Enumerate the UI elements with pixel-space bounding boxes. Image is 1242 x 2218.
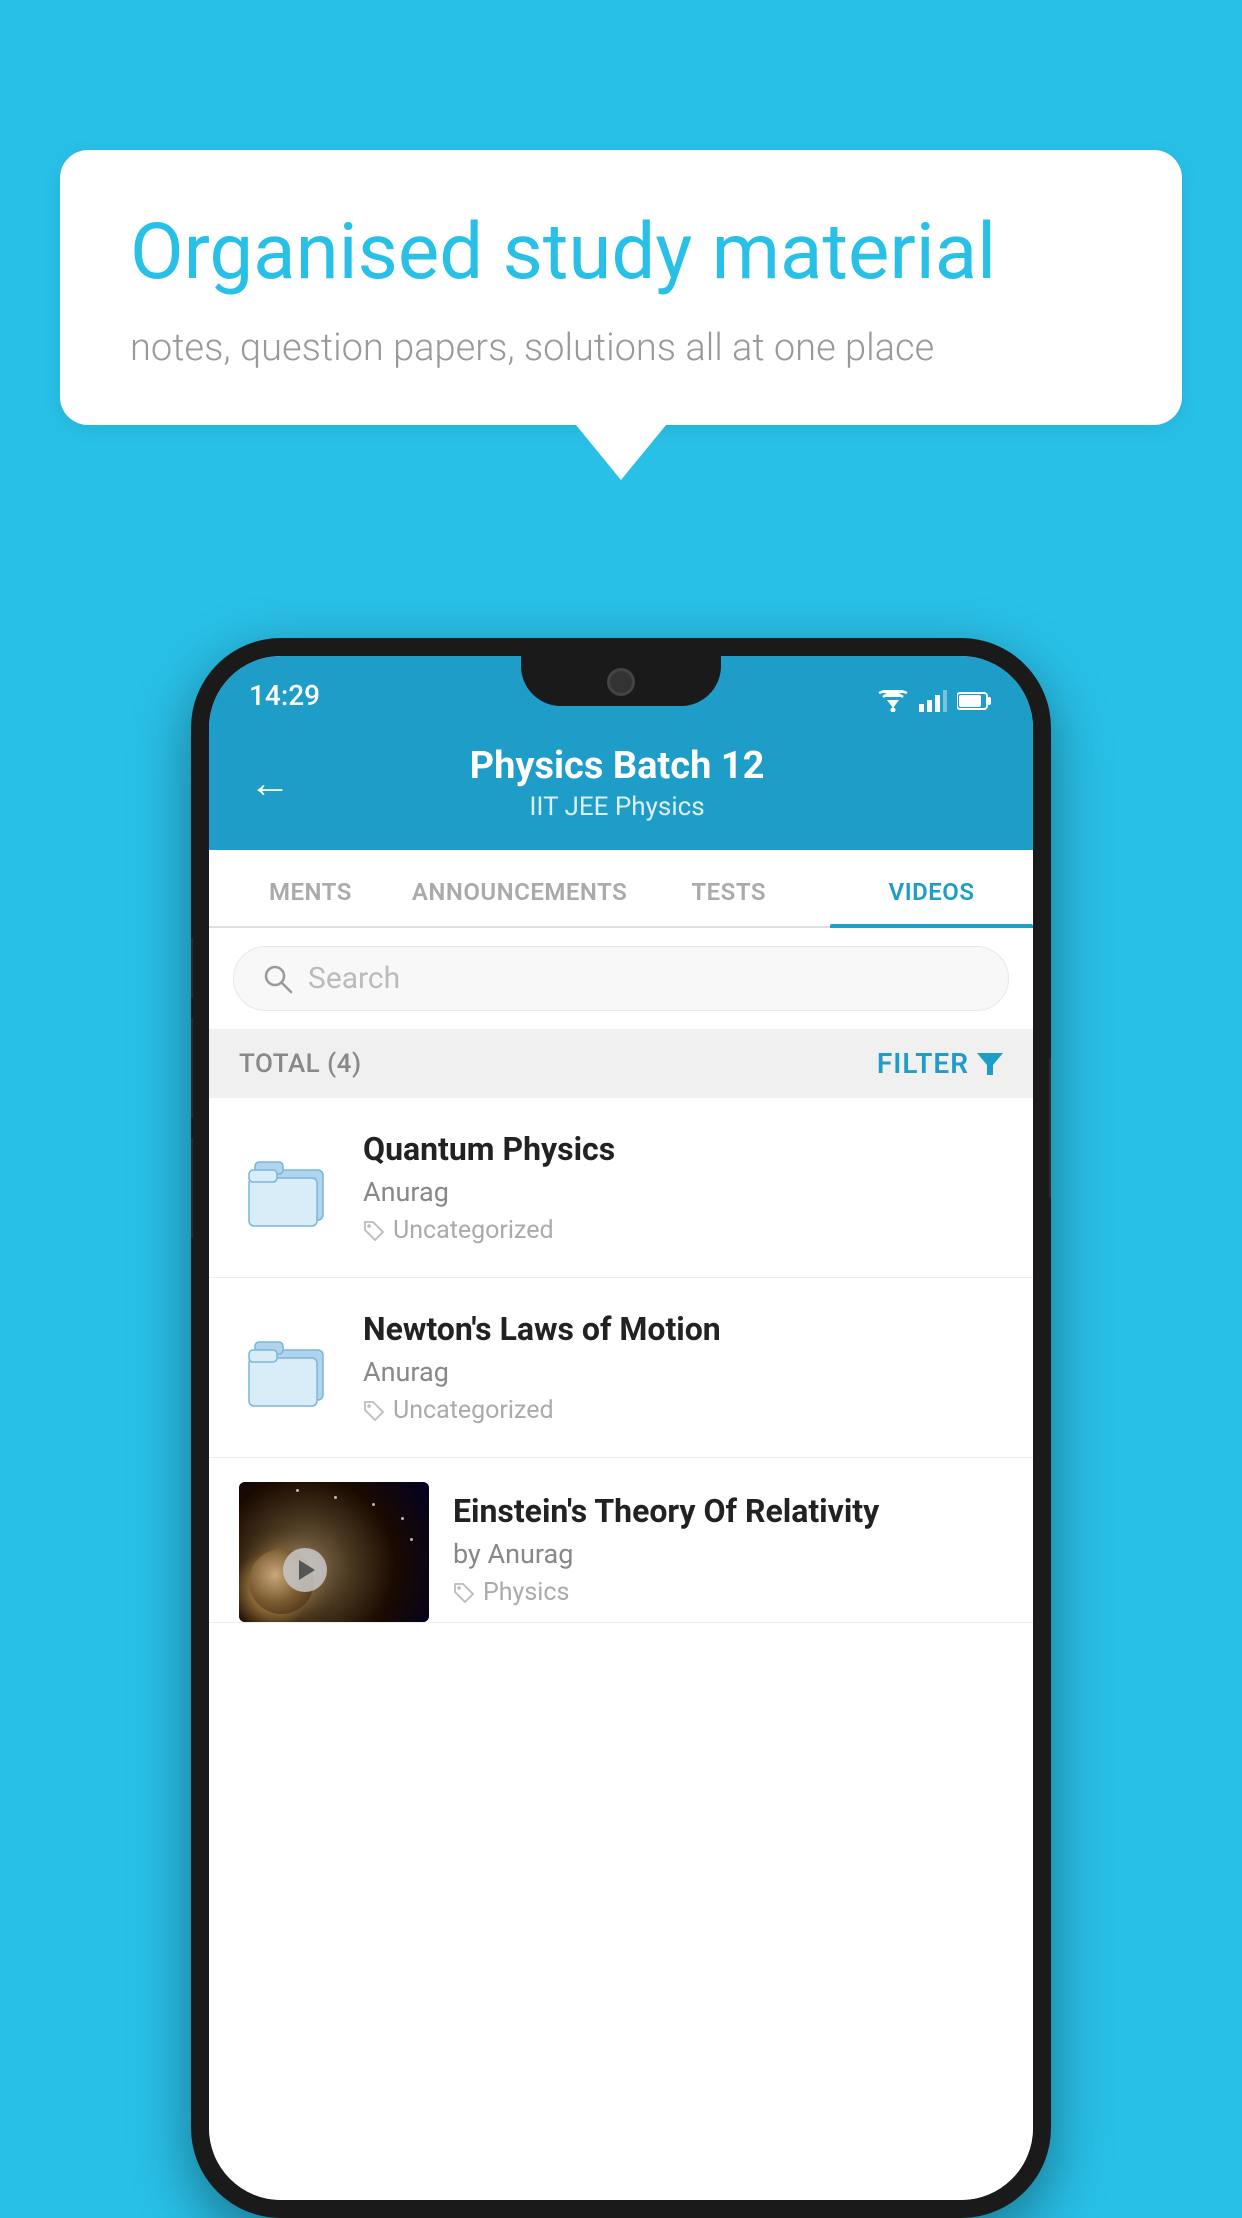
speech-bubble-arrow bbox=[576, 425, 666, 480]
header-title-main: Physics Batch 12 bbox=[311, 744, 923, 788]
search-icon bbox=[262, 963, 294, 995]
tag-text-3: Physics bbox=[483, 1578, 569, 1607]
speech-bubble-subtitle: notes, question papers, solutions all at… bbox=[130, 326, 1112, 370]
tab-tests[interactable]: TESTS bbox=[627, 850, 830, 926]
side-button-power[interactable] bbox=[1049, 1058, 1051, 1198]
search-bar[interactable]: Search bbox=[233, 946, 1009, 1011]
list-item[interactable]: Quantum Physics Anurag Uncategorized bbox=[209, 1098, 1033, 1278]
header-title-block: Physics Batch 12 IIT JEE Physics bbox=[311, 744, 923, 822]
video-title-2: Newton's Laws of Motion bbox=[363, 1310, 1003, 1348]
tab-videos[interactable]: VIDEOS bbox=[830, 850, 1033, 926]
video-list: Quantum Physics Anurag Uncategorized bbox=[209, 1098, 1033, 2200]
list-item[interactable]: Newton's Laws of Motion Anurag Uncategor… bbox=[209, 1278, 1033, 1458]
tag-icon-3 bbox=[453, 1582, 475, 1604]
video-tag-1: Uncategorized bbox=[363, 1216, 1003, 1245]
video-thumbnail-3 bbox=[239, 1482, 429, 1622]
side-button-volume-down[interactable] bbox=[191, 1138, 193, 1238]
tag-icon bbox=[363, 1220, 385, 1242]
phone-notch bbox=[521, 656, 721, 706]
tab-announcements[interactable]: ANNOUNCEMENTS bbox=[412, 850, 627, 926]
side-button-volume-indicator bbox=[191, 938, 193, 998]
video-info-1: Quantum Physics Anurag Uncategorized bbox=[363, 1130, 1003, 1245]
phone-frame: 14:29 bbox=[191, 638, 1051, 2218]
app-header: ← Physics Batch 12 IIT JEE Physics bbox=[209, 724, 1033, 850]
video-tag-2: Uncategorized bbox=[363, 1396, 1003, 1425]
search-container: Search bbox=[209, 928, 1033, 1029]
speech-bubble-wrapper: Organised study material notes, question… bbox=[60, 150, 1182, 480]
front-camera bbox=[607, 668, 635, 696]
video-tag-3: Physics bbox=[453, 1578, 1003, 1607]
filter-label: FILTER bbox=[877, 1047, 969, 1080]
video-info-2: Newton's Laws of Motion Anurag Uncategor… bbox=[363, 1310, 1003, 1425]
video-info-3: Einstein's Theory Of Relativity by Anura… bbox=[453, 1482, 1003, 1607]
signal-icon bbox=[919, 690, 947, 712]
video-author-2: Anurag bbox=[363, 1356, 1003, 1388]
speech-bubble-card: Organised study material notes, question… bbox=[60, 150, 1182, 425]
tab-ments[interactable]: MENTS bbox=[209, 850, 412, 926]
list-item[interactable]: Einstein's Theory Of Relativity by Anura… bbox=[209, 1458, 1033, 1623]
speech-bubble-title: Organised study material bbox=[130, 210, 1112, 296]
video-author-3: by Anurag bbox=[453, 1538, 1003, 1570]
filter-button[interactable]: FILTER bbox=[877, 1047, 1003, 1080]
folder-icon bbox=[245, 1148, 333, 1228]
filter-icon bbox=[977, 1051, 1003, 1077]
tag-text-1: Uncategorized bbox=[393, 1216, 554, 1245]
battery-icon bbox=[957, 691, 993, 711]
video-title-3: Einstein's Theory Of Relativity bbox=[453, 1492, 1003, 1530]
total-label: TOTAL (4) bbox=[239, 1049, 362, 1079]
search-placeholder: Search bbox=[308, 961, 400, 996]
wifi-icon bbox=[877, 690, 909, 712]
back-button[interactable]: ← bbox=[249, 759, 291, 808]
status-icons bbox=[877, 682, 993, 712]
folder-thumbnail-1 bbox=[239, 1143, 339, 1233]
video-author-1: Anurag bbox=[363, 1176, 1003, 1208]
tag-text-2: Uncategorized bbox=[393, 1396, 554, 1425]
filter-row: TOTAL (4) FILTER bbox=[209, 1029, 1033, 1098]
header-title-sub: IIT JEE Physics bbox=[311, 792, 923, 822]
video-title-1: Quantum Physics bbox=[363, 1130, 1003, 1168]
side-button-volume-up[interactable] bbox=[191, 1018, 193, 1118]
folder-thumbnail-2 bbox=[239, 1323, 339, 1413]
tab-bar: MENTS ANNOUNCEMENTS TESTS VIDEOS bbox=[209, 850, 1033, 928]
folder-icon-2 bbox=[245, 1328, 333, 1408]
phone-screen: 14:29 bbox=[209, 656, 1033, 2200]
tag-icon-2 bbox=[363, 1400, 385, 1422]
